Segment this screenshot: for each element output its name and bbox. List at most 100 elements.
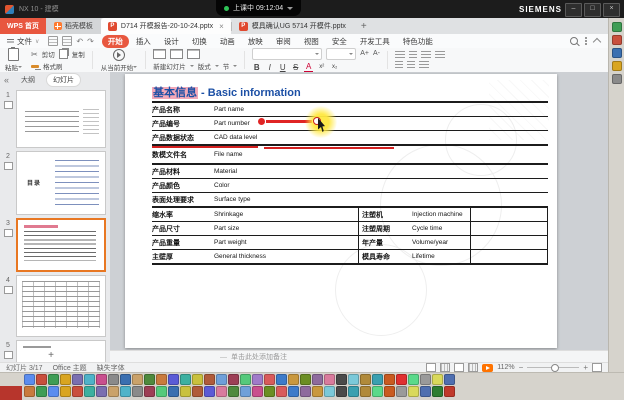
copy-label[interactable]: 复制 bbox=[72, 49, 85, 59]
table-row-10[interactable]: 产品重量Part weight年产量Volume/year bbox=[152, 236, 548, 250]
zoom-in-button[interactable]: + bbox=[583, 363, 588, 372]
file-menu-button[interactable]: 文件 ∨ bbox=[0, 36, 46, 47]
close-tab-icon[interactable]: × bbox=[219, 22, 224, 31]
nx-tool-icon-2-25[interactable] bbox=[312, 386, 323, 397]
redo-icon[interactable]: ↷ bbox=[87, 37, 94, 46]
nx-tool-icon-1-33[interactable] bbox=[408, 374, 419, 385]
recording-status-pill[interactable]: 上课中 09:12:04 bbox=[216, 0, 301, 16]
table-row-6[interactable]: 产品颜色Color bbox=[152, 179, 548, 193]
table-row-5[interactable]: 产品材料Material bbox=[152, 165, 548, 179]
nx-tool-icon-1-19[interactable] bbox=[240, 374, 251, 385]
minimize-button[interactable]: – bbox=[565, 3, 582, 17]
copy-icon[interactable] bbox=[59, 49, 68, 59]
justify-icon[interactable] bbox=[435, 51, 445, 59]
layout-label[interactable]: 版式 bbox=[198, 61, 211, 71]
tab-slides[interactable]: 幻灯片 bbox=[47, 74, 80, 86]
ribbon-tab-8[interactable]: 视图 bbox=[298, 35, 325, 48]
ribbon-tab-10[interactable]: 开发工具 bbox=[354, 35, 396, 48]
tab-outline[interactable]: 大纲 bbox=[15, 74, 41, 86]
format-button-2[interactable]: I bbox=[265, 63, 274, 72]
zoom-slider-knob[interactable] bbox=[551, 364, 559, 372]
nx-tool-icon-1-22[interactable] bbox=[276, 374, 287, 385]
nx-tool-icon-2-22[interactable] bbox=[276, 386, 287, 397]
nx-tool-icon-1-27[interactable] bbox=[336, 374, 347, 385]
nx-tool-icon-1-30[interactable] bbox=[372, 374, 383, 385]
slide-sorter-icon[interactable] bbox=[440, 363, 450, 372]
table-row-3[interactable]: 产品数据状态CAD data level bbox=[152, 131, 548, 146]
nx-side-icon-4[interactable] bbox=[612, 61, 622, 71]
play-from-current-button[interactable]: 从当前开始 bbox=[96, 48, 143, 72]
nx-tool-icon-2-17[interactable] bbox=[216, 386, 227, 397]
nx-tool-icon-2-7[interactable] bbox=[96, 386, 107, 397]
layout-icon[interactable] bbox=[170, 49, 183, 59]
nx-tool-icon-2-5[interactable] bbox=[72, 386, 83, 397]
ribbon-tab-4[interactable]: 切换 bbox=[186, 35, 213, 48]
nx-tool-icon-1-17[interactable] bbox=[216, 374, 227, 385]
restore-button[interactable]: □ bbox=[584, 3, 601, 17]
nx-tool-icon-2-16[interactable] bbox=[204, 386, 215, 397]
nx-tool-icon-2-26[interactable] bbox=[324, 386, 335, 397]
print-icon[interactable] bbox=[62, 36, 72, 46]
nx-tool-icon-2-34[interactable] bbox=[420, 386, 431, 397]
nx-tool-icon-1-4[interactable] bbox=[60, 374, 71, 385]
ribbon-tab-7[interactable]: 审阅 bbox=[270, 35, 297, 48]
nx-side-icon-1[interactable] bbox=[612, 22, 622, 32]
nx-tool-icon-1-32[interactable] bbox=[396, 374, 407, 385]
cut-icon[interactable]: ✂ bbox=[31, 50, 38, 59]
font-size-select[interactable] bbox=[326, 48, 356, 60]
undo-icon[interactable]: ↶ bbox=[76, 37, 83, 46]
nx-tool-icon-2-31[interactable] bbox=[384, 386, 395, 397]
nx-tool-icon-1-23[interactable] bbox=[288, 374, 299, 385]
zoom-percent[interactable]: 112% bbox=[497, 364, 514, 371]
nx-tool-icon-1-7[interactable] bbox=[96, 374, 107, 385]
ribbon-tab-6[interactable]: 放映 bbox=[242, 35, 269, 48]
nx-tool-icon-2-10[interactable] bbox=[132, 386, 143, 397]
nx-tool-icon-1-10[interactable] bbox=[132, 374, 143, 385]
nx-tool-icon-2-2[interactable] bbox=[36, 386, 47, 397]
nx-tool-icon-2-29[interactable] bbox=[360, 386, 371, 397]
ribbon-tab-9[interactable]: 安全 bbox=[326, 35, 353, 48]
ribbon-tab-11[interactable]: 特色功能 bbox=[397, 35, 439, 48]
document-tab-1[interactable]: PD714 开模报告-20-10-24.pptx× bbox=[101, 18, 231, 34]
align-center-icon[interactable] bbox=[409, 51, 417, 59]
align-left-icon[interactable] bbox=[395, 51, 405, 59]
nx-tool-icon-1-1[interactable] bbox=[24, 374, 35, 385]
nx-tool-icon-2-27[interactable] bbox=[336, 386, 347, 397]
section-label[interactable]: 节 bbox=[223, 61, 230, 71]
align-right-icon[interactable] bbox=[421, 51, 431, 59]
nx-tool-icon-1-20[interactable] bbox=[252, 374, 263, 385]
nx-tool-icon-2-15[interactable] bbox=[192, 386, 203, 397]
cut-label[interactable]: 剪切 bbox=[42, 49, 55, 59]
collapse-panel-icon[interactable]: « bbox=[4, 75, 9, 85]
paste-button[interactable]: 粘贴 bbox=[0, 48, 27, 72]
nx-tool-icon-1-34[interactable] bbox=[420, 374, 431, 385]
slide-thumbnail-3[interactable] bbox=[16, 218, 106, 272]
nx-tool-icon-1-2[interactable] bbox=[36, 374, 47, 385]
format-button-6[interactable]: x² bbox=[317, 64, 326, 70]
format-button-4[interactable]: S bbox=[291, 63, 300, 72]
nx-tool-icon-1-6[interactable] bbox=[84, 374, 95, 385]
format-button-7[interactable]: x₂ bbox=[330, 64, 339, 70]
close-button[interactable]: × bbox=[603, 3, 620, 17]
nx-tool-icon-2-21[interactable] bbox=[264, 386, 275, 397]
table-row-8[interactable]: 缩水率Shrinkage注塑机Injection machine bbox=[152, 208, 548, 222]
nx-tool-icon-1-35[interactable] bbox=[432, 374, 443, 385]
normal-view-icon[interactable] bbox=[426, 363, 436, 372]
theme-name[interactable]: Office 主题 bbox=[53, 363, 87, 373]
search-icon[interactable] bbox=[570, 37, 578, 45]
bullets-icon[interactable] bbox=[395, 61, 403, 69]
nx-tool-icon-1-3[interactable] bbox=[48, 374, 59, 385]
new-tab-button[interactable]: + bbox=[353, 18, 375, 34]
format-painter-label[interactable]: 格式刷 bbox=[43, 61, 63, 71]
nx-tool-icon-1-28[interactable] bbox=[348, 374, 359, 385]
nx-tool-icon-2-19[interactable] bbox=[240, 386, 251, 397]
slideshow-play-button[interactable] bbox=[482, 364, 493, 372]
nx-tool-icon-1-31[interactable] bbox=[384, 374, 395, 385]
nx-side-icon-2[interactable] bbox=[612, 35, 622, 45]
nx-tool-icon-2-33[interactable] bbox=[408, 386, 419, 397]
nx-tool-icon-2-11[interactable] bbox=[144, 386, 155, 397]
slide-thumbnail-4[interactable] bbox=[16, 275, 106, 337]
save-icon[interactable] bbox=[48, 36, 58, 46]
reading-view-icon[interactable] bbox=[454, 363, 464, 372]
nx-tool-icon-2-14[interactable] bbox=[180, 386, 191, 397]
